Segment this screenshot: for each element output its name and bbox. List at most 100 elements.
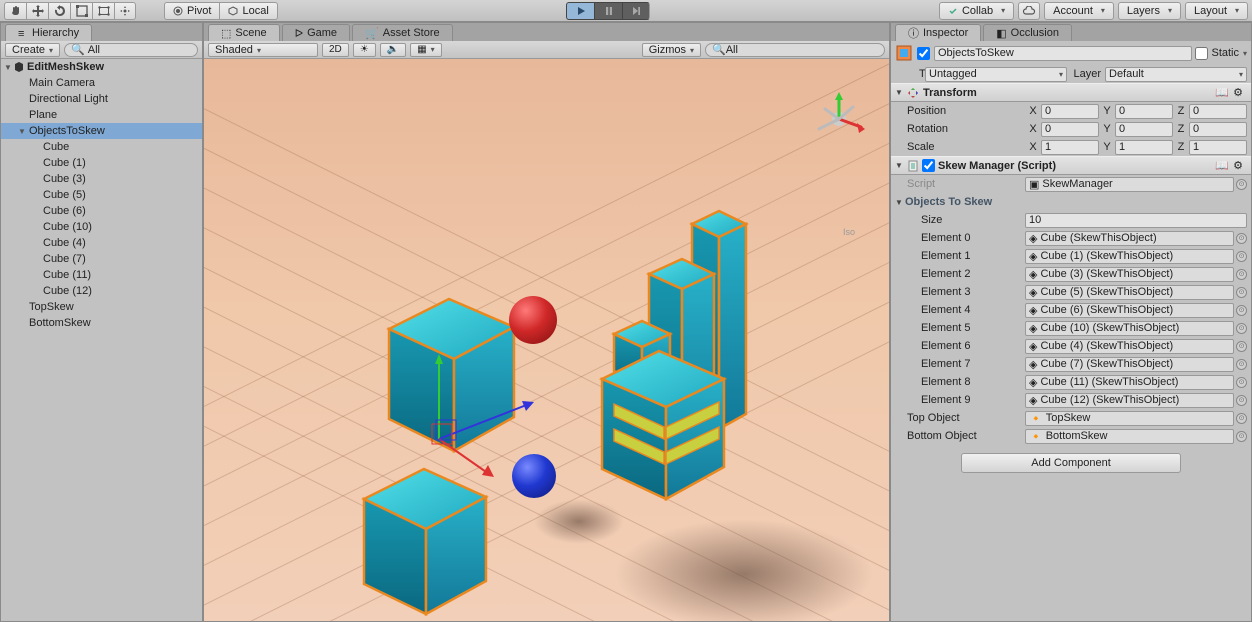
- layers-dropdown[interactable]: Layers: [1118, 2, 1181, 20]
- hierarchy-item[interactable]: Main Camera: [1, 75, 202, 91]
- object-picker-button[interactable]: ⊙: [1236, 377, 1247, 388]
- hierarchy-item[interactable]: Plane: [1, 107, 202, 123]
- local-toggle-button[interactable]: Local: [219, 2, 277, 20]
- element-field[interactable]: ◈Cube (5) (SkewThisObject): [1025, 285, 1234, 300]
- scene-tab[interactable]: ⬚Scene: [208, 24, 280, 41]
- effects-dropdown[interactable]: ▦: [410, 43, 441, 57]
- account-dropdown[interactable]: Account: [1044, 2, 1114, 20]
- static-checkbox[interactable]: [1195, 47, 1208, 60]
- element-field[interactable]: ◈Cube (1) (SkewThisObject): [1025, 249, 1234, 264]
- gear-icon[interactable]: ⚙: [1233, 86, 1243, 99]
- hierarchy-item[interactable]: Cube: [1, 139, 202, 155]
- orientation-gizmo[interactable]: [809, 89, 869, 149]
- transform-header[interactable]: ▼ Transform 📖⚙: [891, 83, 1251, 102]
- rotation-x-field[interactable]: 0: [1041, 122, 1099, 137]
- hierarchy-item[interactable]: Cube (4): [1, 235, 202, 251]
- fold-icon[interactable]: ▼: [895, 198, 905, 207]
- element-field[interactable]: ◈Cube (12) (SkewThisObject): [1025, 393, 1234, 408]
- object-picker-button[interactable]: ⊙: [1236, 305, 1247, 316]
- pivot-toggle-button[interactable]: Pivot: [164, 2, 219, 20]
- fold-icon[interactable]: ▼: [895, 161, 907, 170]
- hand-tool-button[interactable]: [4, 2, 26, 20]
- position-x-field[interactable]: 0: [1041, 104, 1099, 119]
- add-component-button[interactable]: Add Component: [961, 453, 1181, 473]
- object-picker-button[interactable]: ⊙: [1236, 341, 1247, 352]
- rotation-y-field[interactable]: 0: [1115, 122, 1173, 137]
- occlusion-tab[interactable]: ◧Occlusion: [983, 24, 1072, 41]
- scene-viewport[interactable]: Iso: [204, 59, 889, 621]
- layer-dropdown[interactable]: Default: [1105, 67, 1247, 82]
- projection-label[interactable]: Iso: [843, 227, 855, 237]
- element-field[interactable]: ◈Cube (10) (SkewThisObject): [1025, 321, 1234, 336]
- scene-root-item[interactable]: ▼EditMeshSkew: [1, 59, 202, 75]
- hierarchy-item[interactable]: Cube (5): [1, 187, 202, 203]
- position-z-field[interactable]: 0: [1189, 104, 1247, 119]
- 2d-toggle-button[interactable]: 2D: [322, 43, 349, 57]
- hierarchy-item[interactable]: Cube (3): [1, 171, 202, 187]
- move-tool-button[interactable]: [26, 2, 48, 20]
- object-picker-button[interactable]: ⊙: [1236, 179, 1247, 190]
- lighting-toggle-button[interactable]: ☀: [353, 43, 376, 57]
- fold-icon[interactable]: ▼: [3, 63, 13, 72]
- shading-mode-dropdown[interactable]: Shaded: [208, 43, 318, 57]
- object-picker-button[interactable]: ⊙: [1236, 269, 1247, 280]
- hierarchy-item[interactable]: Cube (10): [1, 219, 202, 235]
- position-y-field[interactable]: 0: [1115, 104, 1173, 119]
- object-picker-button[interactable]: ⊙: [1236, 413, 1247, 424]
- component-enabled-checkbox[interactable]: [922, 159, 935, 172]
- hierarchy-item[interactable]: TopSkew: [1, 299, 202, 315]
- fold-icon[interactable]: ▼: [17, 127, 27, 136]
- hierarchy-item[interactable]: BottomSkew: [1, 315, 202, 331]
- help-icon[interactable]: 📖: [1215, 159, 1229, 172]
- skew-manager-header[interactable]: ▼ Skew Manager (Script) 📖⚙: [891, 156, 1251, 175]
- help-icon[interactable]: 📖: [1215, 86, 1229, 99]
- hierarchy-item[interactable]: Directional Light: [1, 91, 202, 107]
- object-picker-button[interactable]: ⊙: [1236, 431, 1247, 442]
- object-picker-button[interactable]: ⊙: [1236, 287, 1247, 298]
- gizmos-dropdown[interactable]: Gizmos: [642, 43, 701, 57]
- step-button[interactable]: [622, 2, 650, 20]
- element-field[interactable]: ◈Cube (3) (SkewThisObject): [1025, 267, 1234, 282]
- size-field[interactable]: 10: [1025, 213, 1247, 228]
- object-picker-button[interactable]: ⊙: [1236, 233, 1247, 244]
- object-picker-button[interactable]: ⊙: [1236, 359, 1247, 370]
- pause-button[interactable]: [594, 2, 622, 20]
- element-field[interactable]: ◈Cube (SkewThisObject): [1025, 231, 1234, 246]
- game-tab[interactable]: ᐅGame: [282, 24, 350, 41]
- inspector-tab[interactable]: ⓘInspector: [895, 24, 981, 41]
- hierarchy-tab[interactable]: ≡Hierarchy: [5, 24, 92, 41]
- active-checkbox[interactable]: [917, 47, 930, 60]
- hierarchy-item[interactable]: Cube (1): [1, 155, 202, 171]
- asset-store-tab[interactable]: 🛒Asset Store: [352, 24, 453, 41]
- scale-y-field[interactable]: 1: [1115, 140, 1173, 155]
- transform-tool-button[interactable]: [114, 2, 136, 20]
- element-field[interactable]: ◈Cube (7) (SkewThisObject): [1025, 357, 1234, 372]
- element-field[interactable]: ◈Cube (11) (SkewThisObject): [1025, 375, 1234, 390]
- hierarchy-item[interactable]: ▼ObjectsToSkew: [1, 123, 202, 139]
- object-picker-button[interactable]: ⊙: [1236, 323, 1247, 334]
- cloud-button[interactable]: [1018, 2, 1040, 20]
- object-picker-button[interactable]: ⊙: [1236, 251, 1247, 262]
- rotate-tool-button[interactable]: [48, 2, 70, 20]
- hierarchy-item[interactable]: Cube (6): [1, 203, 202, 219]
- rotation-z-field[interactable]: 0: [1189, 122, 1247, 137]
- collab-dropdown[interactable]: Collab: [939, 2, 1014, 20]
- element-field[interactable]: ◈Cube (6) (SkewThisObject): [1025, 303, 1234, 318]
- element-field[interactable]: ◈Cube (4) (SkewThisObject): [1025, 339, 1234, 354]
- bottom-object-field[interactable]: 🔸BottomSkew: [1025, 429, 1234, 444]
- fold-icon[interactable]: ▼: [895, 88, 907, 97]
- gear-icon[interactable]: ⚙: [1233, 159, 1243, 172]
- play-button[interactable]: [566, 2, 594, 20]
- static-dropdown[interactable]: [1239, 47, 1247, 59]
- scale-x-field[interactable]: 1: [1041, 140, 1099, 155]
- object-name-field[interactable]: ObjectsToSkew: [934, 46, 1192, 61]
- audio-toggle-button[interactable]: 🔈: [380, 43, 406, 57]
- top-object-field[interactable]: 🔸TopSkew: [1025, 411, 1234, 426]
- hierarchy-item[interactable]: Cube (12): [1, 283, 202, 299]
- scale-z-field[interactable]: 1: [1189, 140, 1247, 155]
- rect-tool-button[interactable]: [92, 2, 114, 20]
- scale-tool-button[interactable]: [70, 2, 92, 20]
- hierarchy-search-input[interactable]: 🔍All: [64, 43, 198, 57]
- layout-dropdown[interactable]: Layout: [1185, 2, 1248, 20]
- hierarchy-item[interactable]: Cube (7): [1, 251, 202, 267]
